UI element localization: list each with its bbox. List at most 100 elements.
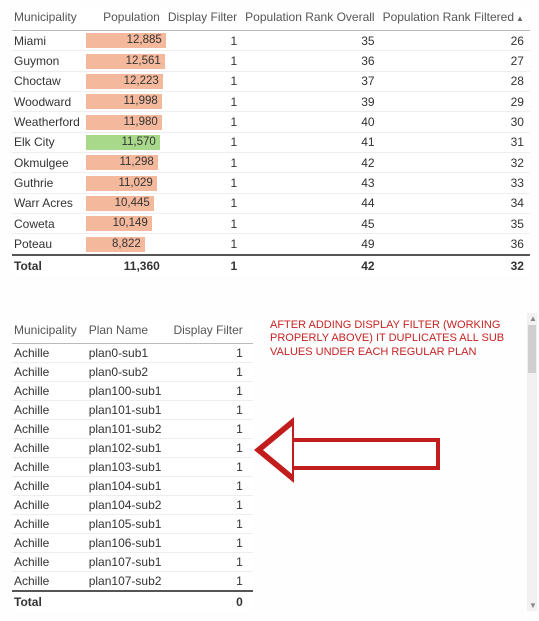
total-filter: 0	[171, 591, 252, 611]
cell-filter: 1	[171, 476, 252, 495]
table-row[interactable]: Achilleplan0-sub21	[12, 362, 253, 381]
sort-caret-icon: ▲	[516, 14, 524, 23]
cell-municipality: Achille	[12, 571, 87, 591]
table-row[interactable]: Guthrie11,02914333	[12, 173, 530, 193]
table-row[interactable]: Okmulgee11,29814232	[12, 152, 530, 172]
table-row[interactable]: Achilleplan106-sub11	[12, 533, 253, 552]
table-row[interactable]: Achilleplan103-sub11	[12, 457, 253, 476]
table-row[interactable]: Woodward11,99813929	[12, 91, 530, 111]
table-row[interactable]: Achilleplan107-sub21	[12, 571, 253, 591]
col-population[interactable]: Population	[86, 6, 166, 31]
cell-filter: 1	[171, 381, 252, 400]
cell-municipality: Achille	[12, 400, 87, 419]
cell-filter: 1	[166, 71, 243, 91]
table-header-row: Municipality Plan Name Display Filter	[12, 319, 253, 344]
table-row[interactable]: Achilleplan102-sub11	[12, 438, 253, 457]
cell-municipality: Achille	[12, 419, 87, 438]
table-row[interactable]: Warr Acres10,44514434	[12, 193, 530, 213]
cell-population: 11,570	[86, 132, 166, 152]
cell-rank-filtered: 26	[381, 31, 530, 51]
cell-rank-overall: 37	[243, 71, 380, 91]
scroll-thumb[interactable]	[528, 325, 536, 373]
col-rank-overall[interactable]: Population Rank Overall	[243, 6, 380, 31]
bottom-region: AFTER ADDING DISPLAY FILTER (WORKING PRO…	[0, 313, 539, 621]
cell-municipality: Warr Acres	[12, 193, 86, 213]
cell-filter: 1	[171, 571, 252, 591]
arrow-annotation	[250, 421, 440, 479]
cell-rank-overall: 35	[243, 31, 380, 51]
table-row[interactable]: Choctaw12,22313728	[12, 71, 530, 91]
cell-filter: 1	[171, 457, 252, 476]
cell-plan-name: plan105-sub1	[87, 514, 172, 533]
cell-population: 8,822	[86, 234, 166, 255]
table-row[interactable]: Elk City11,57014131	[12, 132, 530, 152]
scroll-down-icon[interactable]: ▼	[529, 601, 537, 610]
cell-plan-name: plan107-sub2	[87, 571, 172, 591]
table-row[interactable]: Achilleplan107-sub11	[12, 552, 253, 571]
cell-plan-name: plan0-sub1	[87, 343, 172, 362]
col-rank-filtered[interactable]: Population Rank Filtered▲	[381, 6, 530, 31]
cell-municipality: Guthrie	[12, 173, 86, 193]
total-rank-overall: 42	[243, 255, 380, 275]
vertical-scrollbar[interactable]: ▲ ▼	[527, 313, 537, 611]
cell-filter: 1	[171, 400, 252, 419]
cell-rank-filtered: 32	[381, 152, 530, 172]
cell-municipality: Choctaw	[12, 71, 86, 91]
cell-filter: 1	[166, 234, 243, 255]
cell-filter: 1	[166, 213, 243, 233]
table-row[interactable]: Achilleplan104-sub21	[12, 495, 253, 514]
cell-plan-name: plan104-sub2	[87, 495, 172, 514]
col-municipality[interactable]: Municipality	[12, 319, 87, 344]
table-row[interactable]: Achilleplan0-sub11	[12, 343, 253, 362]
cell-filter: 1	[166, 173, 243, 193]
cell-population: 12,885	[86, 31, 166, 51]
cell-rank-filtered: 31	[381, 132, 530, 152]
table-row[interactable]: Achilleplan101-sub11	[12, 400, 253, 419]
cell-filter: 1	[166, 51, 243, 71]
cell-rank-overall: 36	[243, 51, 380, 71]
table-row[interactable]: Achilleplan105-sub11	[12, 514, 253, 533]
cell-plan-name: plan104-sub1	[87, 476, 172, 495]
col-display-filter[interactable]: Display Filter	[171, 319, 252, 344]
total-filter: 1	[166, 255, 243, 275]
cell-filter: 1	[171, 533, 252, 552]
cell-plan-name: plan107-sub1	[87, 552, 172, 571]
table-header-row: Municipality Population Display Filter P…	[12, 6, 530, 31]
table-row[interactable]: Guymon12,56113627	[12, 51, 530, 71]
cell-plan-name: plan103-sub1	[87, 457, 172, 476]
col-display-filter[interactable]: Display Filter	[166, 6, 243, 31]
cell-filter: 1	[171, 495, 252, 514]
cell-municipality: Achille	[12, 476, 87, 495]
cell-filter: 1	[171, 438, 252, 457]
cell-population: 12,223	[86, 71, 166, 91]
cell-municipality: Guymon	[12, 51, 86, 71]
cell-municipality: Miami	[12, 31, 86, 51]
col-municipality[interactable]: Municipality	[12, 6, 86, 31]
table-row[interactable]: Achilleplan104-sub11	[12, 476, 253, 495]
cell-rank-overall: 42	[243, 152, 380, 172]
table-row[interactable]: Achilleplan100-sub11	[12, 381, 253, 400]
table-row[interactable]: Weatherford11,98014030	[12, 112, 530, 132]
col-plan-name[interactable]: Plan Name	[87, 319, 172, 344]
cell-filter: 1	[166, 91, 243, 111]
table-row[interactable]: Poteau8,82214936	[12, 234, 530, 255]
cell-municipality: Coweta	[12, 213, 86, 233]
cell-filter: 1	[171, 514, 252, 533]
cell-plan-name: plan0-sub2	[87, 362, 172, 381]
cell-filter: 1	[171, 343, 252, 362]
cell-rank-overall: 43	[243, 173, 380, 193]
table-row[interactable]: Achilleplan101-sub21	[12, 419, 253, 438]
cell-plan-name: plan101-sub1	[87, 400, 172, 419]
table-row[interactable]: Miami12,88513526	[12, 31, 530, 51]
cell-municipality: Elk City	[12, 132, 86, 152]
total-label: Total	[12, 255, 86, 275]
cell-municipality: Achille	[12, 438, 87, 457]
cell-rank-filtered: 35	[381, 213, 530, 233]
scroll-up-icon[interactable]: ▲	[529, 314, 537, 323]
table-row[interactable]: Coweta10,14914535	[12, 213, 530, 233]
cell-municipality: Achille	[12, 343, 87, 362]
cell-rank-filtered: 33	[381, 173, 530, 193]
cell-filter: 1	[166, 31, 243, 51]
cell-rank-overall: 49	[243, 234, 380, 255]
cell-rank-filtered: 36	[381, 234, 530, 255]
